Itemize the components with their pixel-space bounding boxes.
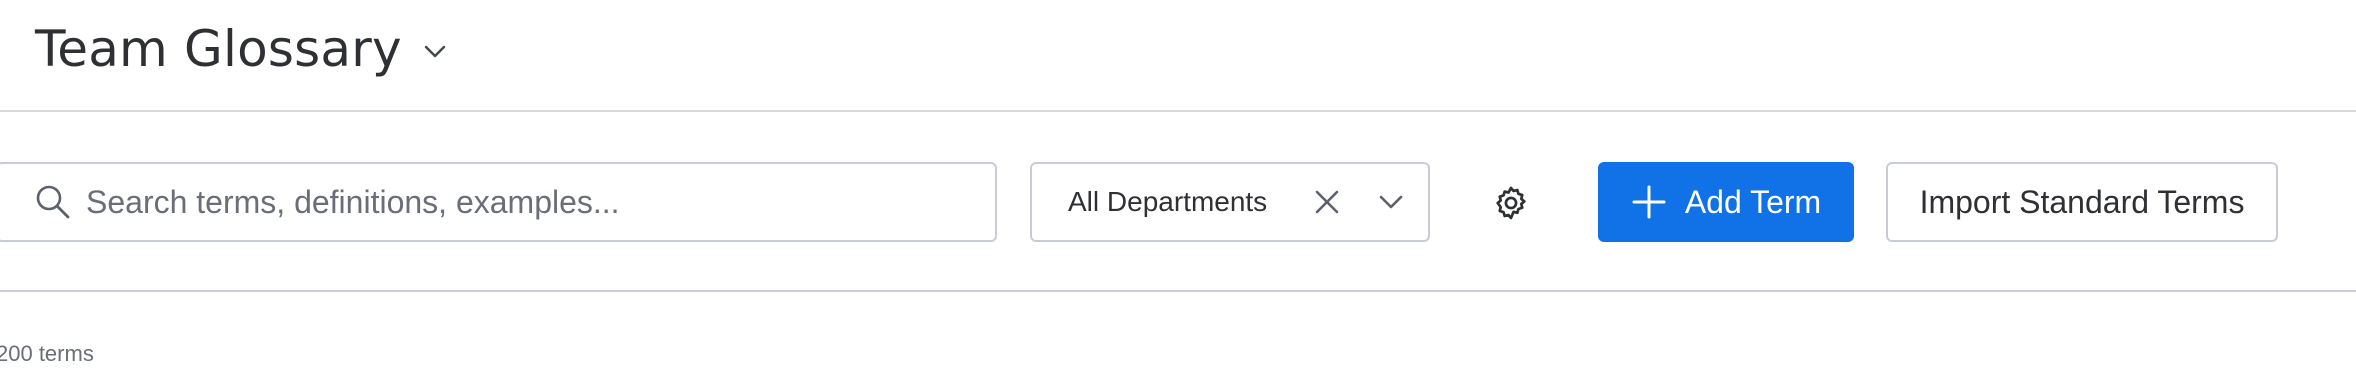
search-box[interactable] bbox=[0, 162, 997, 242]
page-header: Team Glossary bbox=[0, 0, 2356, 112]
import-standard-terms-button[interactable]: Import Standard Terms bbox=[1886, 162, 2278, 242]
add-term-button[interactable]: Add Term bbox=[1598, 162, 1854, 242]
chevron-down-icon[interactable] bbox=[418, 35, 452, 69]
title-dropdown[interactable]: Team Glossary bbox=[35, 14, 452, 84]
import-label: Import Standard Terms bbox=[1919, 183, 2245, 220]
department-filter[interactable]: All Departments bbox=[1030, 162, 1430, 242]
close-icon[interactable] bbox=[1310, 185, 1344, 219]
term-count: 200 terms bbox=[0, 341, 94, 366]
chevron-down-icon[interactable] bbox=[1374, 185, 1408, 219]
page-title[interactable]: Team Glossary bbox=[35, 20, 402, 78]
plus-icon bbox=[1631, 184, 1667, 220]
department-filter-value: All Departments bbox=[1068, 186, 1268, 217]
gear-icon[interactable] bbox=[1490, 182, 1532, 224]
search-icon bbox=[34, 183, 72, 221]
add-term-label: Add Term bbox=[1684, 183, 1822, 220]
search-input[interactable] bbox=[86, 174, 976, 230]
toolbar: All Departments Add Term Impor bbox=[0, 112, 2356, 292]
